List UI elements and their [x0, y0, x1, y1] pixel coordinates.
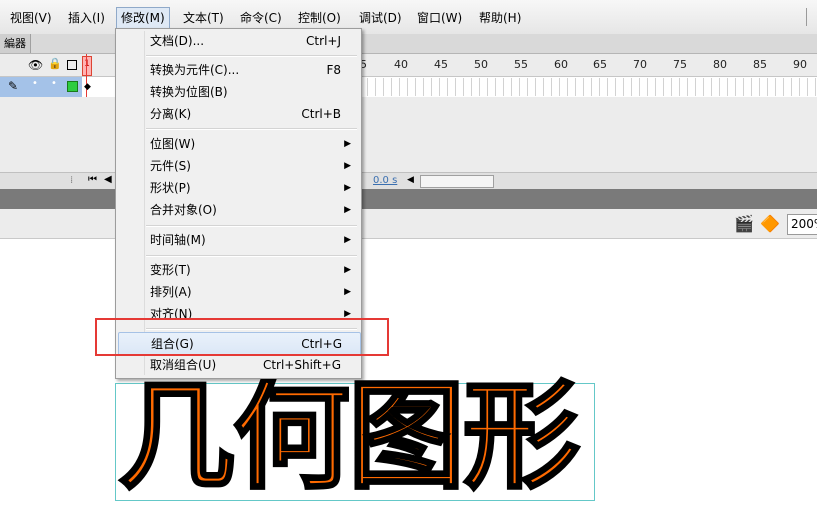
- zoom-input[interactable]: 200%: [787, 214, 817, 235]
- submenu-arrow-icon: ▶: [344, 235, 351, 245]
- menu-separator: [146, 55, 357, 57]
- menu-debug[interactable]: 调试(D): [355, 8, 406, 28]
- menu-item-label: 时间轴(M): [150, 233, 206, 247]
- submenu-arrow-icon: ▶: [344, 265, 351, 275]
- grip-icon: ⁞: [70, 175, 74, 186]
- pencil-icon: ✎: [8, 79, 19, 93]
- menu-help[interactable]: 帮助(H): [475, 8, 525, 28]
- submenu-arrow-icon: ▶: [344, 287, 351, 297]
- menu-item-label: 转换为元件(C)...: [150, 63, 240, 77]
- menu-item-timeline[interactable]: 时间轴(M) ▶: [118, 229, 359, 251]
- menu-modify[interactable]: 修改(M): [116, 7, 170, 29]
- stage-text[interactable]: 几何图形: [116, 370, 581, 503]
- eye-icon[interactable]: 👁: [28, 58, 43, 72]
- menu-item-label: 形状(P): [150, 181, 191, 195]
- submenu-arrow-icon: ▶: [344, 205, 351, 215]
- menu-item-label: 合并对象(O): [150, 203, 217, 217]
- frame-number: 50: [474, 58, 488, 71]
- menu-item-ungroup[interactable]: 取消组合(U) Ctrl+Shift+G: [118, 354, 359, 376]
- submenu-arrow-icon: ▶: [344, 139, 351, 149]
- layer-color-icon[interactable]: [67, 81, 78, 92]
- menu-item-shortcut: Ctrl+Shift+G: [262, 358, 341, 372]
- frame-number: 75: [673, 58, 687, 71]
- menu-text[interactable]: 文本(T): [179, 8, 228, 28]
- menu-item-label: 排列(A): [150, 285, 192, 299]
- menu-item-label: 元件(S): [150, 159, 191, 173]
- menu-item-arrange[interactable]: 排列(A) ▶: [118, 281, 359, 303]
- menu-item-shape[interactable]: 形状(P) ▶: [118, 177, 359, 199]
- playhead-marker[interactable]: 1: [82, 56, 92, 76]
- visibility-dot-icon[interactable]: •: [32, 78, 38, 89]
- menu-item-label: 转换为位图(B): [150, 85, 228, 99]
- menu-separator: [146, 225, 357, 227]
- menu-insert[interactable]: 插入(I): [64, 8, 109, 28]
- menu-separator: [146, 128, 357, 130]
- frame-number: 60: [554, 58, 568, 71]
- menu-item-shortcut: Ctrl+B: [301, 107, 341, 121]
- frame-number: 90: [793, 58, 807, 71]
- frame-number: 80: [713, 58, 727, 71]
- menu-item-convert-to-bitmap[interactable]: 转换为位图(B): [118, 81, 359, 103]
- menu-item-shortcut: F8: [326, 63, 341, 77]
- menu-item-label: 位图(W): [150, 137, 196, 151]
- scroll-left-icon[interactable]: ◀: [407, 175, 414, 185]
- timeline-tab[interactable]: 編器: [0, 34, 31, 53]
- outline-icon[interactable]: [67, 60, 77, 70]
- first-frame-icon[interactable]: ⏮: [88, 174, 97, 185]
- menu-item-label: 文档(D)...: [150, 34, 205, 48]
- submenu-arrow-icon: ▶: [344, 161, 351, 171]
- menu-control[interactable]: 控制(O): [294, 8, 345, 28]
- menubar-divider: [806, 8, 807, 26]
- lock-dot-icon[interactable]: •: [51, 78, 57, 89]
- menu-item-bitmap[interactable]: 位图(W) ▶: [118, 133, 359, 155]
- menu-item-convert-to-symbol[interactable]: 转换为元件(C)... F8: [118, 59, 359, 81]
- clapperboard-icon[interactable]: 🎬: [734, 214, 754, 233]
- submenu-arrow-icon: ▶: [344, 183, 351, 193]
- menu-view[interactable]: 视图(V): [6, 8, 56, 28]
- menu-item-transform[interactable]: 变形(T) ▶: [118, 259, 359, 281]
- symbol-icon[interactable]: 🔶: [760, 214, 780, 233]
- frame-number: 45: [434, 58, 448, 71]
- menu-window[interactable]: 窗口(W): [413, 8, 466, 28]
- keyframe-icon[interactable]: ◆: [84, 82, 91, 92]
- menu-item-combine-objects[interactable]: 合并对象(O) ▶: [118, 199, 359, 221]
- frame-number: 70: [633, 58, 647, 71]
- menu-item-label: 取消组合(U): [150, 358, 217, 372]
- menu-item-document[interactable]: 文档(D)... Ctrl+J: [118, 30, 359, 52]
- lock-icon[interactable]: 🔒: [48, 57, 62, 70]
- menu-item-break-apart[interactable]: 分离(K) Ctrl+B: [118, 103, 359, 125]
- menu-item-symbol[interactable]: 元件(S) ▶: [118, 155, 359, 177]
- menu-separator: [146, 255, 357, 257]
- menu-commands[interactable]: 命令(C): [236, 8, 286, 28]
- timeline-scrollbar-thumb[interactable]: [420, 175, 494, 188]
- frame-number: 55: [514, 58, 528, 71]
- prev-frame-icon[interactable]: ◀: [104, 174, 112, 185]
- highlight-annotation-box: [95, 318, 389, 356]
- frame-number: 85: [753, 58, 767, 71]
- time-readout[interactable]: 0.0 s: [373, 175, 397, 186]
- frame-number: 65: [593, 58, 607, 71]
- menu-item-label: 分离(K): [150, 107, 192, 121]
- frame-cells[interactable]: [360, 78, 817, 96]
- menu-item-label: 变形(T): [150, 263, 191, 277]
- menu-item-shortcut: Ctrl+J: [306, 34, 341, 48]
- frame-number: 40: [394, 58, 408, 71]
